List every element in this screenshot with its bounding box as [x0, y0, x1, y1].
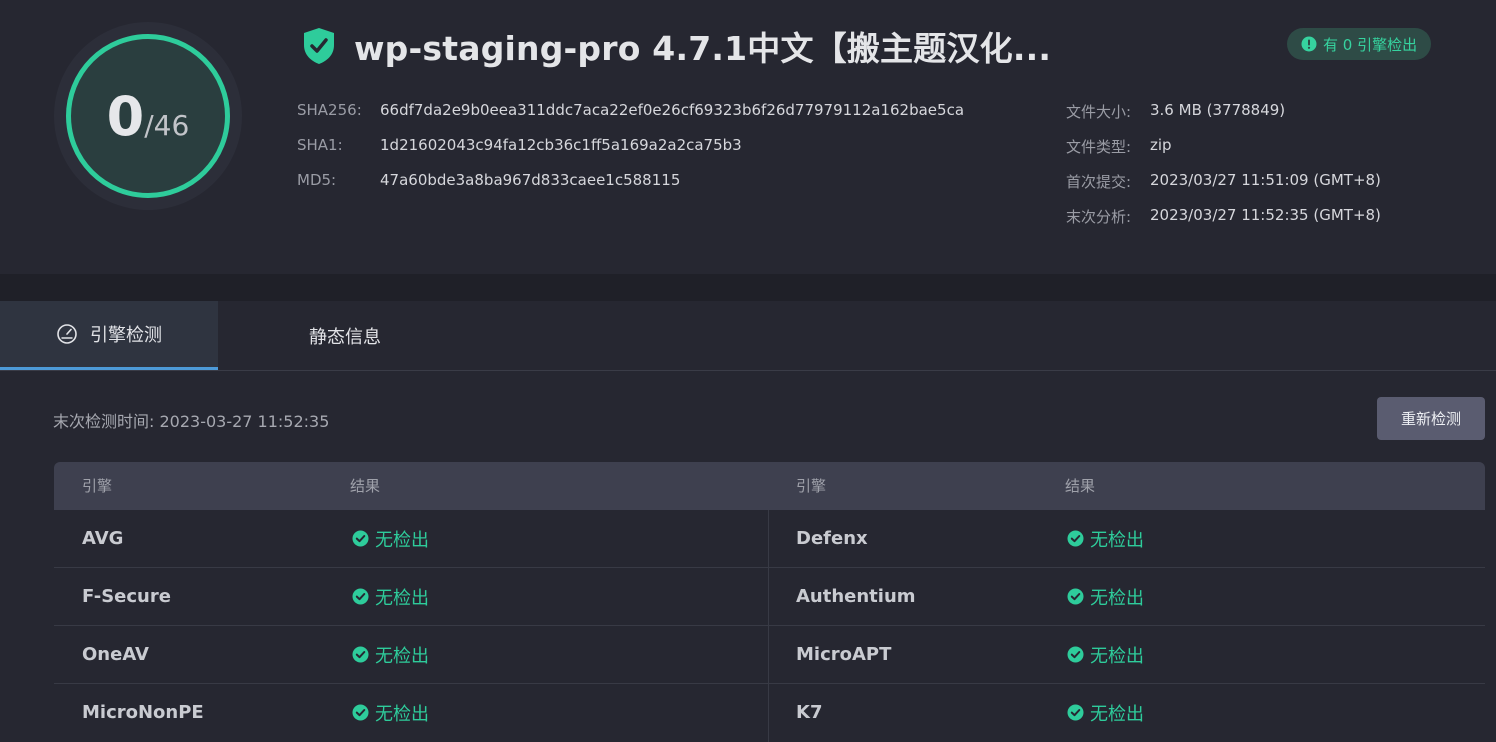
- engine-name: MicroNonPE: [82, 702, 204, 723]
- hash-value: 47a60bde3a8ba967d833caee1c588115: [380, 171, 681, 189]
- table-row: OneAV 无检出 MicroAPT 无检出: [54, 626, 1485, 684]
- file-title: wp-staging-pro 4.7.1中文【搬主题汉化...: [354, 29, 1052, 68]
- meta-key: 末次分析:: [1066, 208, 1132, 226]
- file-title-row: wp-staging-pro 4.7.1中文【搬主题汉化...: [302, 24, 1051, 68]
- tab-bar: 引擎检测 静态信息: [0, 301, 1496, 371]
- header-engine: 引擎: [796, 477, 827, 495]
- meta-first-submit: 首次提交: 2023/03/27 11:51:09 (GMT+8): [1066, 171, 1381, 192]
- engine-result: 无检出: [352, 626, 429, 683]
- hash-value: 1d21602043c94fa12cb36c1ff5a169a2a2ca75b3: [380, 136, 742, 154]
- engine-name: K7: [796, 702, 823, 723]
- tab-static-info[interactable]: 静态信息: [218, 301, 472, 370]
- result-label: 无检出: [375, 703, 429, 725]
- meta-value: zip: [1150, 136, 1172, 154]
- hash-md5: MD5: 47a60bde3a8ba967d833caee1c588115: [297, 171, 680, 189]
- meta-value: 2023/03/27 11:52:35 (GMT+8): [1150, 206, 1381, 224]
- engine-result: 无检出: [1067, 510, 1144, 567]
- hash-key: SHA1:: [297, 136, 343, 154]
- detection-score: 0 /46: [107, 85, 190, 148]
- meta-key: 文件类型:: [1066, 138, 1132, 156]
- shield-check-icon: [304, 28, 334, 64]
- detection-status-badge: 有 0 引擎检出: [1287, 28, 1432, 60]
- check-circle-icon: [1067, 646, 1084, 663]
- hash-key: MD5:: [297, 171, 337, 189]
- engine-result: 无检出: [352, 510, 429, 567]
- engine-results-table: 引擎 结果 引擎 结果 AVG 无检出 Defenx 无检出 F-Secure …: [54, 462, 1485, 742]
- header-engine: 引擎: [82, 477, 113, 495]
- engine-name: AVG: [82, 528, 124, 549]
- result-label: 无检出: [375, 645, 429, 667]
- engine-name: MicroAPT: [796, 644, 892, 665]
- meta-key: 文件大小:: [1066, 103, 1132, 121]
- meta-file-type: 文件类型: zip: [1066, 136, 1172, 157]
- check-circle-icon: [1067, 704, 1084, 721]
- meta-value: 3.6 MB (3778849): [1150, 101, 1286, 119]
- engine-total: /46: [144, 108, 190, 142]
- header-result: 结果: [350, 477, 381, 495]
- table-header: 引擎 结果 引擎 结果: [54, 462, 1485, 510]
- check-circle-icon: [352, 704, 369, 721]
- table-row: MicroNonPE 无检出 K7 无检出: [54, 684, 1485, 741]
- check-circle-icon: [352, 588, 369, 605]
- meta-key: 首次提交:: [1066, 173, 1132, 191]
- tab-engine-detection[interactable]: 引擎检测: [0, 301, 218, 370]
- table-row: F-Secure 无检出 Authentium 无检出: [54, 568, 1485, 626]
- result-label: 无检出: [1090, 645, 1144, 667]
- rescan-button[interactable]: 重新检测: [1377, 397, 1485, 440]
- engine-name: OneAV: [82, 644, 149, 665]
- hash-value: 66df7da2e9b0eea311ddc7aca22ef0e26cf69323…: [380, 101, 965, 119]
- engine-result: 无检出: [1067, 626, 1144, 683]
- engine-name: Authentium: [796, 586, 916, 607]
- engine-name: F-Secure: [82, 586, 171, 607]
- engine-result: 无检出: [352, 684, 429, 741]
- last-scan-time: 末次检测时间: 2023-03-27 11:52:35: [53, 412, 330, 431]
- check-circle-icon: [352, 530, 369, 547]
- check-circle-icon: [1067, 530, 1084, 547]
- hash-sha1: SHA1: 1d21602043c94fa12cb36c1ff5a169a2a2…: [297, 136, 742, 154]
- check-circle-icon: [1067, 588, 1084, 605]
- engine-result: 无检出: [1067, 568, 1144, 625]
- result-label: 无检出: [1090, 587, 1144, 609]
- file-summary-header: 0 /46 wp-staging-pro 4.7.1中文【搬主题汉化... 有 …: [0, 0, 1496, 274]
- section-divider: [0, 274, 1496, 301]
- meta-last-analysis: 末次分析: 2023/03/27 11:52:35 (GMT+8): [1066, 206, 1381, 227]
- badge-label: 有 0 引擎检出: [1323, 35, 1418, 54]
- detection-score-ring: 0 /46: [66, 34, 230, 198]
- header-result: 结果: [1065, 477, 1096, 495]
- table-row: AVG 无检出 Defenx 无检出: [54, 510, 1485, 568]
- result-label: 无检出: [1090, 529, 1144, 551]
- engine-result: 无检出: [352, 568, 429, 625]
- meta-value: 2023/03/27 11:51:09 (GMT+8): [1150, 171, 1381, 189]
- engine-result: 无检出: [1067, 684, 1144, 741]
- result-label: 无检出: [375, 529, 429, 551]
- result-label: 无检出: [1090, 703, 1144, 725]
- engine-name: Defenx: [796, 528, 868, 549]
- check-circle-icon: [352, 646, 369, 663]
- meta-file-size: 文件大小: 3.6 MB (3778849): [1066, 101, 1285, 122]
- tab-label: 引擎检测: [90, 325, 162, 346]
- tab-label: 静态信息: [309, 326, 381, 348]
- result-label: 无检出: [375, 587, 429, 609]
- gauge-icon: [57, 324, 77, 344]
- detected-count: 0: [106, 84, 145, 148]
- hash-key: SHA256:: [297, 101, 362, 119]
- hash-sha256: SHA256: 66df7da2e9b0eea311ddc7aca22ef0e2…: [297, 101, 964, 119]
- exclamation-circle-icon: [1301, 36, 1317, 52]
